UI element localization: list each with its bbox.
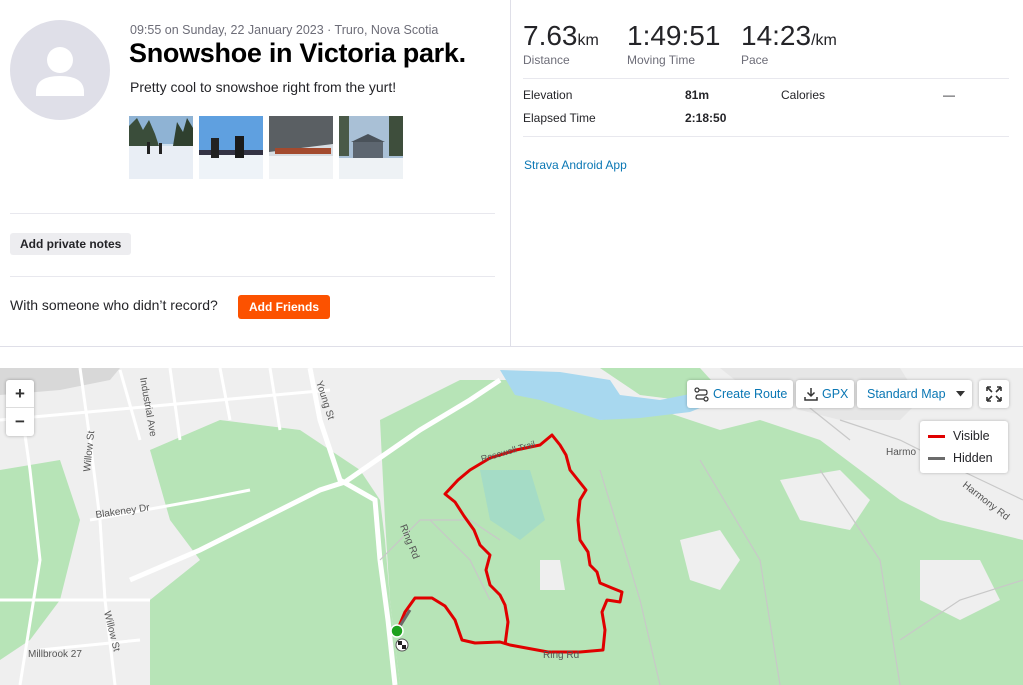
route-map[interactable]: Willow St Industrial Ave Young St Blaken… [0, 368, 1023, 685]
moving-time-label: Moving Time [627, 53, 696, 67]
map-type-select[interactable]: Standard Map [857, 380, 972, 408]
legend-label-visible: Visible [953, 429, 990, 443]
pace-value: 14:23 [741, 20, 812, 51]
pace-label: Pace [741, 53, 769, 67]
activity-title: Snowshoe in Victoria park. [129, 38, 466, 68]
activity-stats-panel: 7.63km Distance 1:49:51 Moving Time 14:2… [511, 0, 1023, 347]
distance-unit: km [577, 32, 599, 49]
map-type-label: Standard Map [867, 387, 946, 401]
elevation-value: 81m [685, 88, 710, 102]
elapsed-time-label: Elapsed Time [523, 111, 596, 125]
zoom-in-button[interactable]: + [6, 380, 34, 408]
fullscreen-button[interactable] [979, 380, 1009, 408]
activity-meta: 09:55 on Sunday, 22 January 2023 · Truro… [130, 23, 439, 37]
create-route-button[interactable]: Create Route [687, 380, 793, 408]
create-route-label: Create Route [713, 387, 788, 401]
pace-unit: /km [811, 32, 837, 49]
photo-strip [129, 116, 403, 179]
photo-thumbnail[interactable] [129, 116, 193, 179]
download-icon [804, 388, 818, 401]
moving-time-stat: 1:49:51 Moving Time [627, 20, 720, 67]
map-label-millbrook: Millbrook 27 [28, 649, 82, 660]
distance-stat: 7.63km Distance [523, 20, 599, 67]
elevation-label: Elevation [523, 88, 573, 102]
photo-thumbnail[interactable] [199, 116, 263, 179]
map-legend: Visible Hidden [920, 421, 1008, 473]
legend-swatch-visible [928, 434, 945, 438]
legend-item-visible: Visible [928, 429, 990, 443]
legend-swatch-hidden [928, 456, 945, 460]
divider [10, 276, 495, 277]
start-marker-icon[interactable] [390, 624, 404, 638]
calories-label: Calories [781, 88, 826, 102]
divider [523, 136, 1009, 137]
caret-down-icon [955, 391, 965, 397]
add-friends-button[interactable]: Add Friends [238, 295, 331, 319]
add-private-notes-button[interactable]: Add private notes [10, 233, 132, 255]
map-label-harmony: Harmo [886, 447, 916, 458]
activity-details-panel: 09:55 on Sunday, 22 January 2023 · Truro… [0, 0, 511, 347]
route-icon [694, 386, 709, 402]
divider [10, 213, 495, 214]
pace-stat: 14:23/km Pace [741, 20, 837, 67]
expand-icon [986, 386, 1002, 402]
activity-summary: 09:55 on Sunday, 22 January 2023 · Truro… [0, 0, 1023, 347]
gpx-label: GPX [822, 387, 849, 401]
calories-value: — [943, 88, 955, 102]
elapsed-time-value: 2:18:50 [685, 111, 727, 125]
map-canvas[interactable]: Willow St Industrial Ave Young St Blaken… [0, 368, 1023, 685]
photo-thumbnail[interactable] [339, 116, 403, 179]
person-icon [36, 47, 84, 96]
legend-item-hidden: Hidden [928, 451, 993, 465]
legend-label-hidden: Hidden [953, 451, 993, 465]
zoom-out-button[interactable]: − [6, 408, 34, 436]
zoom-control: + − [6, 380, 34, 436]
athlete-avatar[interactable] [10, 20, 110, 120]
photo-thumbnail[interactable] [269, 116, 333, 179]
map-label-ring-rd-2: Ring Rd [543, 650, 579, 661]
gpx-download-button[interactable]: GPX [796, 380, 854, 408]
distance-value: 7.63 [523, 20, 578, 51]
distance-label: Distance [523, 53, 570, 67]
with-someone-text: With someone who didn’t record? [10, 297, 218, 313]
finish-flag-icon[interactable] [395, 638, 409, 652]
divider [523, 78, 1009, 79]
activity-description: Pretty cool to snowshoe right from the y… [130, 79, 397, 95]
device-link[interactable]: Strava Android App [524, 158, 627, 172]
moving-time-value: 1:49:51 [627, 20, 721, 51]
